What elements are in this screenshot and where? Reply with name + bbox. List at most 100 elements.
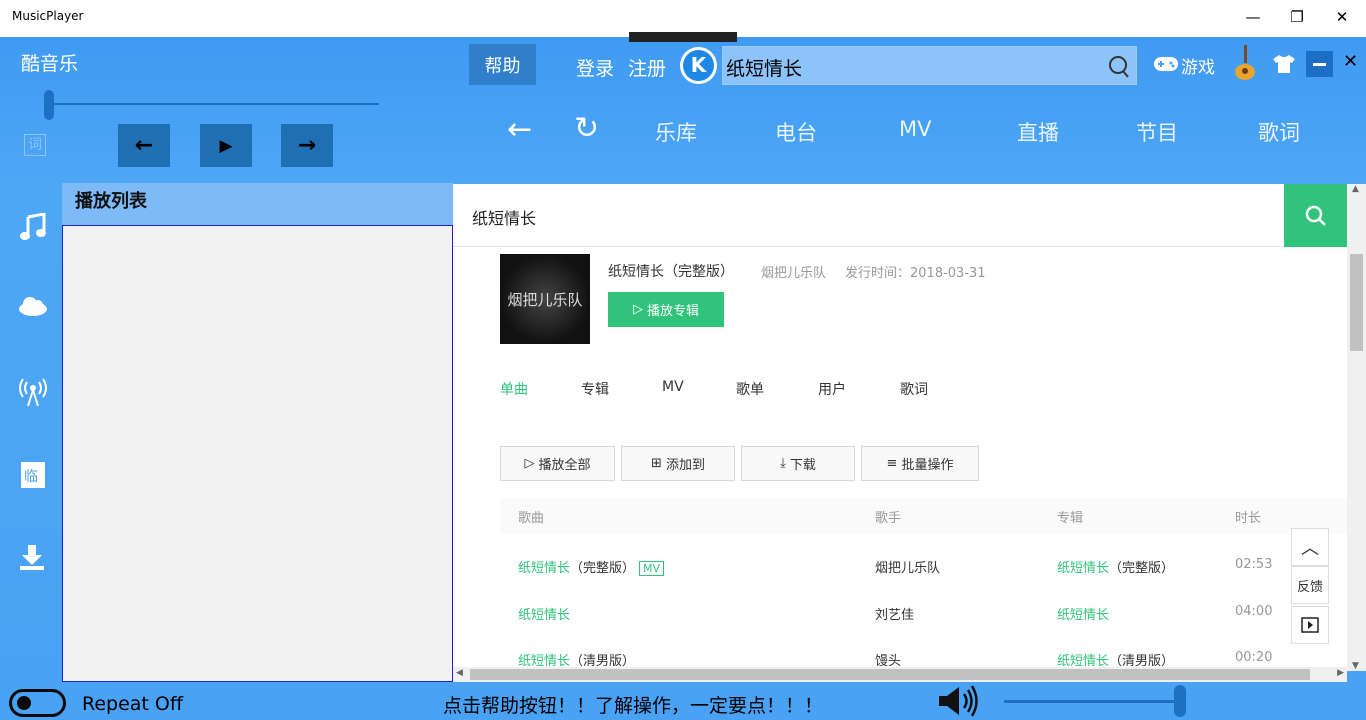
album-artist[interactable]: 烟把儿乐队 xyxy=(761,262,826,281)
tab-users[interactable]: 用户 xyxy=(818,379,846,399)
playlist-panel[interactable] xyxy=(62,225,453,682)
add-to-button[interactable]: ⊞ 添加到 xyxy=(621,446,735,481)
song-table-header: 歌曲 歌手 专辑 时长 xyxy=(500,498,1347,534)
song-duration: 02:53 xyxy=(1235,557,1273,572)
tab-lyrics[interactable]: 歌词 xyxy=(900,379,928,399)
skin-shirt-icon[interactable] xyxy=(1272,54,1296,74)
download-label: 下载 xyxy=(789,458,816,473)
download-icon[interactable] xyxy=(19,544,45,572)
song-title[interactable]: 纸短情长 xyxy=(518,561,570,576)
web-search-input[interactable]: 纸短情长 xyxy=(472,205,536,229)
horizontal-scrollbar[interactable]: ◀ ▶ xyxy=(453,667,1347,682)
play-all-button[interactable]: ▷ 播放全部 xyxy=(500,446,615,481)
scroll-right-icon[interactable]: ▶ xyxy=(1337,668,1344,678)
nav-programs[interactable]: 节目 xyxy=(1136,117,1178,147)
nav-mv[interactable]: MV xyxy=(899,117,931,141)
tab-playlists[interactable]: 歌单 xyxy=(736,379,764,399)
play-button[interactable]: ▶ xyxy=(200,124,252,167)
album-release-date: 发行时间：2018-03-31 xyxy=(845,266,986,281)
nav-live[interactable]: 直播 xyxy=(1017,117,1059,147)
help-button[interactable]: 帮助 xyxy=(469,44,536,85)
song-album[interactable]: 纸短情长 xyxy=(1057,561,1109,576)
play-album-label: 播放专辑 xyxy=(646,304,699,319)
feedback-button[interactable]: 反馈 xyxy=(1291,566,1329,604)
scroll-down-icon[interactable]: ▼ xyxy=(1352,661,1359,671)
album-name: 纸短情长（完整版） xyxy=(608,264,734,280)
play-album-button[interactable]: ▷ 播放专辑 xyxy=(608,292,724,327)
cloud-icon[interactable] xyxy=(17,295,49,317)
radio-broadcast-icon[interactable] xyxy=(19,377,47,407)
web-search-button[interactable] xyxy=(1284,184,1347,247)
search-input[interactable]: 纸短情长 xyxy=(726,54,802,81)
gamepad-icon[interactable] xyxy=(1153,54,1179,74)
kugou-logo-icon: K xyxy=(680,47,717,84)
search-box[interactable]: 纸短情长 xyxy=(722,46,1137,85)
album-suffix: （完整版） xyxy=(1109,561,1175,576)
col-artist: 歌手 xyxy=(875,511,902,526)
mv-badge[interactable]: MV xyxy=(639,561,665,576)
back-to-top-button[interactable]: ︿ xyxy=(1291,528,1329,566)
tab-albums[interactable]: 专辑 xyxy=(581,379,609,399)
tab-songs[interactable]: 单曲 xyxy=(500,379,528,399)
refresh-icon[interactable]: ↻ xyxy=(574,111,599,146)
song-album[interactable]: 纸短情长 xyxy=(1057,608,1109,623)
song-artist[interactable]: 烟把儿乐队 xyxy=(875,557,940,576)
search-icon xyxy=(1305,205,1326,226)
drag-handle[interactable] xyxy=(629,32,737,42)
add-to-label: 添加到 xyxy=(665,458,705,473)
restore-button[interactable]: ❐ xyxy=(1285,6,1309,28)
app-close-icon[interactable]: ✕ xyxy=(1343,51,1358,72)
vertical-scrollbar[interactable]: ▲ ▼ xyxy=(1347,184,1366,671)
nav-radio[interactable]: 电台 xyxy=(775,117,817,147)
music-note-icon[interactable] xyxy=(20,213,46,241)
table-row[interactable]: 纸短情长 刘艺佳 纸短情长 04:00 xyxy=(500,593,1290,633)
tab-mv[interactable]: MV xyxy=(662,379,684,395)
prev-button[interactable]: ← xyxy=(118,124,170,167)
volume-speaker-icon[interactable] xyxy=(937,684,985,718)
minimize-button[interactable]: — xyxy=(1241,6,1265,28)
progress-thumb[interactable] xyxy=(44,90,54,120)
hscroll-thumb[interactable] xyxy=(470,669,1310,680)
play-box-icon xyxy=(1301,617,1319,633)
svg-text:临: 临 xyxy=(24,469,38,485)
volume-thumb[interactable] xyxy=(1174,685,1186,717)
song-title[interactable]: 纸短情长 xyxy=(518,608,570,623)
close-button[interactable]: ✕ xyxy=(1330,6,1354,28)
login-link[interactable]: 登录 xyxy=(576,54,614,81)
download-arrow-icon: ⤓ xyxy=(780,456,786,471)
song-duration: 00:20 xyxy=(1235,650,1273,665)
repeat-label: Repeat Off xyxy=(82,693,183,715)
nav-library[interactable]: 乐库 xyxy=(655,117,697,147)
song-suffix: （完整版） xyxy=(570,561,636,576)
search-icon[interactable] xyxy=(1108,55,1130,79)
song-artist[interactable]: 刘艺佳 xyxy=(875,604,914,623)
repeat-toggle[interactable] xyxy=(9,689,66,717)
back-arrow-icon[interactable]: ← xyxy=(507,112,532,147)
progress-track[interactable] xyxy=(48,103,379,105)
mini-player-button[interactable] xyxy=(1291,606,1329,644)
app-logo: 酷音乐 xyxy=(21,53,79,75)
app-minimize-button[interactable] xyxy=(1306,51,1333,77)
album-cover-text: 烟把儿乐队 xyxy=(507,290,583,309)
play-outline-icon: ▷ xyxy=(632,302,643,317)
play-all-label: 播放全部 xyxy=(538,458,591,473)
volume-track[interactable] xyxy=(1004,700,1184,703)
playlist-header: 播放列表 xyxy=(62,183,453,225)
window-title: MusicPlayer xyxy=(12,9,84,23)
batch-button[interactable]: ≡ 批量操作 xyxy=(861,446,979,481)
game-link[interactable]: 游戏 xyxy=(1181,53,1215,78)
album-cover[interactable]: 烟把儿乐队 xyxy=(500,254,590,344)
temp-list-icon[interactable]: 临 xyxy=(20,461,46,489)
nav-lyrics[interactable]: 歌词 xyxy=(1258,117,1300,147)
next-button[interactable]: → xyxy=(281,124,333,167)
scroll-up-icon[interactable]: ▲ xyxy=(1352,184,1359,194)
web-content: 纸短情长 烟把儿乐队 纸短情长（完整版） 烟把儿乐队 发行时间：2018-03-… xyxy=(453,184,1347,671)
scroll-thumb[interactable] xyxy=(1350,254,1363,351)
scroll-left-icon[interactable]: ◀ xyxy=(456,668,463,678)
plus-box-icon: ⊞ xyxy=(651,456,662,471)
table-row[interactable]: 纸短情长（完整版） MV 烟把儿乐队 纸短情长（完整版） 02:53 xyxy=(500,546,1290,586)
lyric-toggle-icon[interactable]: 词 xyxy=(24,134,46,156)
guitar-icon[interactable] xyxy=(1233,45,1257,81)
register-link[interactable]: 注册 xyxy=(628,54,666,81)
download-button[interactable]: ⤓ 下载 xyxy=(741,446,855,481)
